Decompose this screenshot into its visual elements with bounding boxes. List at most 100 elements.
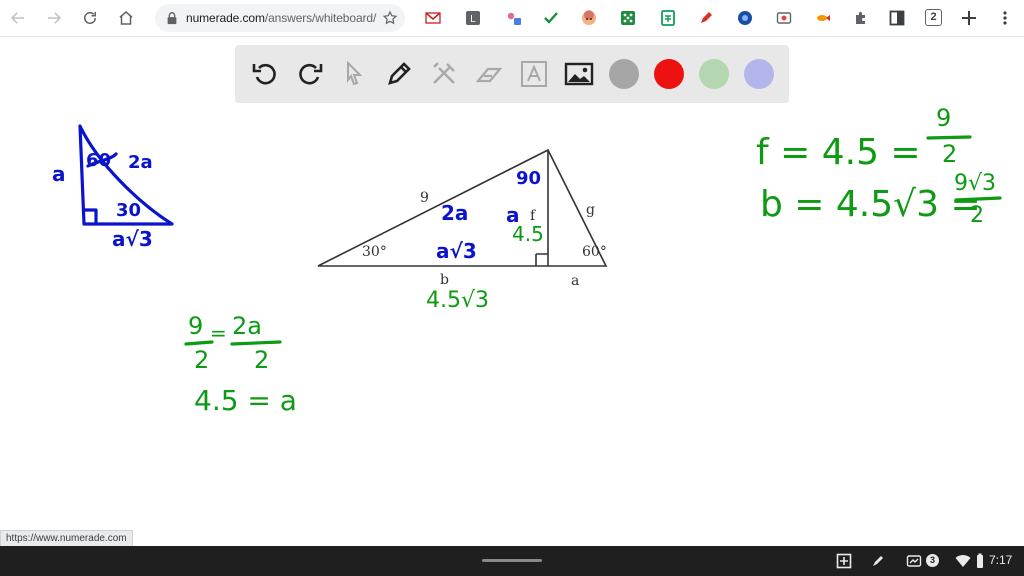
eraser-tool[interactable] xyxy=(473,58,505,90)
notifications-button[interactable] xyxy=(906,553,922,569)
image-tool[interactable] xyxy=(563,58,595,90)
redo-icon xyxy=(299,63,323,85)
face-icon xyxy=(582,10,596,25)
undo-button[interactable] xyxy=(249,58,281,90)
left-angle-30: 30 xyxy=(116,200,141,221)
eraser-icon xyxy=(475,67,503,83)
undo-icon xyxy=(252,63,276,85)
shapes-extension[interactable] xyxy=(506,10,522,26)
check-extension[interactable] xyxy=(543,10,559,26)
bookmark-star-icon[interactable] xyxy=(382,10,398,26)
spreadsheet-icon xyxy=(661,10,675,26)
color-green-swatch[interactable] xyxy=(699,59,729,89)
screen-capture-button[interactable] xyxy=(836,553,852,569)
left-work-num2: 2a xyxy=(232,312,262,340)
new-tab-button[interactable] xyxy=(961,10,977,26)
back-arrow-icon xyxy=(10,12,24,24)
left-angle-60: 60 xyxy=(86,150,111,171)
right-line1-den: 2 xyxy=(942,140,957,168)
figure-g-label: g xyxy=(586,202,595,218)
address-bar[interactable]: numerade.com/answers/whiteboard/ xyxy=(155,4,405,32)
left-work-den1: 2 xyxy=(194,346,209,374)
left-work-bar2 xyxy=(230,340,282,346)
wifi-status[interactable] xyxy=(955,553,971,569)
side-panel-icon xyxy=(889,10,905,26)
notification-icon xyxy=(906,555,922,567)
tab-count-button[interactable]: 2 xyxy=(925,9,942,26)
figure-annot-base: a√3 xyxy=(436,239,477,263)
figure-b-label: b xyxy=(440,272,449,288)
right-line1-lhs: f = 4.5 = xyxy=(756,132,921,173)
left-work-bar1 xyxy=(184,340,214,346)
screenshot-icon xyxy=(776,12,792,24)
stylus-button[interactable] xyxy=(870,553,886,569)
red-pen-icon xyxy=(701,12,712,23)
tools-icon xyxy=(433,62,455,84)
clock-time[interactable]: 7:17 xyxy=(989,553,1012,567)
whiteboard-toolbar xyxy=(235,45,789,103)
gmail-extension[interactable] xyxy=(425,10,441,26)
stylus-icon xyxy=(873,556,883,566)
battery-status[interactable] xyxy=(972,553,988,569)
figure-annot-alt-value: 4.5 xyxy=(512,222,544,246)
text-icon xyxy=(521,61,547,87)
dice-icon xyxy=(621,11,635,25)
tools-tool[interactable] xyxy=(428,58,460,90)
reload-button[interactable] xyxy=(78,6,102,30)
select-tool[interactable] xyxy=(338,58,370,90)
left-base: a√3 xyxy=(112,227,153,251)
color-gray-swatch[interactable] xyxy=(609,59,639,89)
figure-annot-2a: 2a xyxy=(441,201,468,225)
right-line2-den: 2 xyxy=(970,203,984,228)
left-work-den2: 2 xyxy=(254,346,269,374)
screenshot-extension[interactable] xyxy=(776,10,792,26)
puzzle-icon xyxy=(856,12,865,24)
system-shelf: 3 7:17 xyxy=(0,546,1024,576)
figure-right-angle-mark xyxy=(535,253,548,266)
sheet-extension[interactable] xyxy=(660,10,676,26)
checkmark-icon xyxy=(544,12,558,24)
pen-extension[interactable] xyxy=(698,10,714,26)
figure-annot-base-value: 4.5√3 xyxy=(426,288,489,313)
globe-icon xyxy=(738,11,752,25)
extensions-button[interactable] xyxy=(853,10,869,26)
shapes-icon xyxy=(507,12,521,25)
color-red-swatch[interactable] xyxy=(654,59,684,89)
browser-toolbar: numerade.com/answers/whiteboard/ L 2 xyxy=(0,0,1024,37)
color-lavender-swatch[interactable] xyxy=(744,59,774,89)
home-button[interactable] xyxy=(114,6,138,30)
letter-l-icon: L xyxy=(466,11,480,25)
text-tool[interactable] xyxy=(518,58,550,90)
right-line2-fraction-bar xyxy=(954,196,1002,202)
reload-icon xyxy=(84,12,96,24)
side-panel-button[interactable] xyxy=(889,10,905,26)
menu-button[interactable] xyxy=(997,10,1013,26)
figure-a-label: a xyxy=(571,273,579,289)
l-extension[interactable]: L xyxy=(465,10,481,26)
battery-icon xyxy=(977,553,983,568)
left-work-num1: 9 xyxy=(188,312,203,340)
home-icon xyxy=(119,11,133,25)
avatar-extension[interactable] xyxy=(581,10,597,26)
globe-extension[interactable] xyxy=(737,10,753,26)
whiteboard-canvas[interactable]: a 60 2a 30 a√3 9 30° 60° f g b a 90 2a a… xyxy=(0,104,1024,546)
more-vert-icon xyxy=(1003,11,1007,25)
right-line2-num: 9√3 xyxy=(954,171,996,196)
forward-button[interactable] xyxy=(42,6,66,30)
plus-icon xyxy=(962,11,976,25)
image-icon xyxy=(564,62,594,86)
left-side-a: a xyxy=(52,162,66,186)
shelf-handle[interactable] xyxy=(482,559,542,562)
back-button[interactable] xyxy=(6,6,30,30)
pen-tool[interactable] xyxy=(383,58,415,90)
capture-icon xyxy=(836,553,852,569)
fish-extension[interactable] xyxy=(815,10,831,26)
right-line1-num: 9 xyxy=(936,104,951,132)
redo-button[interactable] xyxy=(294,58,326,90)
figure-angle-60: 60° xyxy=(582,244,607,260)
left-right-angle-mark xyxy=(82,208,98,226)
whiteboard-drawing: a 60 2a 30 a√3 9 30° 60° f g b a 90 2a a… xyxy=(52,104,1002,417)
figure-annot-90: 90 xyxy=(516,168,541,189)
dice-extension[interactable] xyxy=(620,10,636,26)
left-work-line2: 4.5 = a xyxy=(194,384,297,417)
